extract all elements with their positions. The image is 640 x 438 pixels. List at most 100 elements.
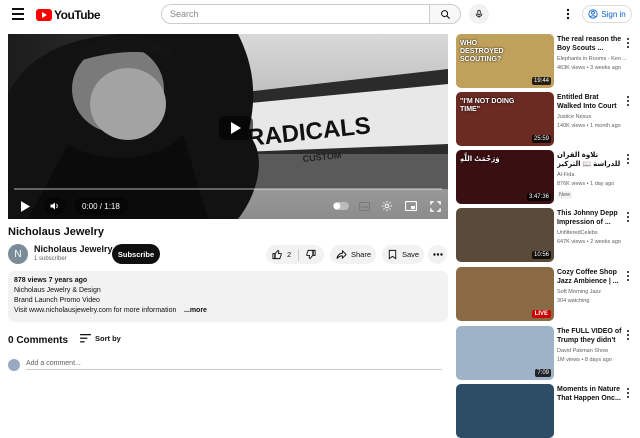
duration-badge: 10:56 <box>531 251 551 259</box>
settings-more-button[interactable] <box>563 6 573 22</box>
recommendation-title[interactable]: Cozy Coffee Shop Jazz Ambience | ... <box>557 268 623 286</box>
new-badge: New <box>557 191 573 199</box>
description-meta: 878 views 7 years ago <box>14 277 88 284</box>
live-badge: LIVE <box>531 310 551 318</box>
search-icon <box>440 9 450 19</box>
recommendation-channel: Elephants in Rooms - Ken ... <box>557 56 628 62</box>
recommendation-channel: David Pakman Show <box>557 348 609 354</box>
subscribe-button[interactable]: Subscribe <box>112 244 160 264</box>
recommendation-title[interactable]: Moments in Nature That Happen Onc... <box>557 385 623 403</box>
recommendation-meta: 1M views • 8 days ago <box>557 357 612 363</box>
recommendation-card[interactable]: "I'M NOT DOING TIME" 25:59 Entitled Brat W… <box>456 92 636 146</box>
thumbs-down-icon <box>306 249 316 260</box>
recommendation-title[interactable]: تلاوة القرآن للدراسة 📖 التركيز راحة <box>557 151 623 170</box>
volume-icon <box>50 202 58 210</box>
video-thumbnail[interactable]: 10:56 <box>456 208 554 262</box>
comments-count: 0 Comments <box>8 335 69 346</box>
user-avatar <box>8 359 20 371</box>
search-bar <box>161 4 461 24</box>
fullscreen-icon <box>429 200 441 212</box>
sort-label: Sort by <box>95 334 121 343</box>
more-actions-button[interactable] <box>428 245 447 264</box>
recommendation-title[interactable]: This Johnny Depp Impression of ... <box>557 209 623 227</box>
video-thumbnail[interactable]: وَرَحْمَتُ اللَّهِ 3:47:36 <box>456 150 554 204</box>
video-player[interactable]: RADICALS CUSTOM 0:00 / 1:18 <box>8 34 448 219</box>
recommendation-card[interactable]: 7:09 The FULL VIDEO of Trump they didn't … <box>456 326 636 380</box>
recommendation-meta: 876K views • 1 day ago <box>557 181 615 187</box>
play-icon <box>231 122 241 134</box>
menu-icon[interactable] <box>12 8 24 20</box>
more-vert-icon[interactable] <box>625 154 631 164</box>
account-icon <box>588 9 598 19</box>
progress-bar[interactable] <box>14 188 442 190</box>
recommendation-card[interactable]: LIVE Cozy Coffee Shop Jazz Ambience | ...… <box>456 267 636 321</box>
top-bar: YouTube Sign in <box>0 0 640 30</box>
recommendation-card[interactable]: Moments in Nature That Happen Onc... <box>456 384 636 438</box>
description-box[interactable]: 878 views 7 years ago Nicholaus Jewelry … <box>8 271 448 322</box>
video-title: Nicholaus Jewelry <box>8 226 104 238</box>
recommendation-channel: Soft Morning Jazz <box>557 289 602 295</box>
thumbnail-caption: WHO DESTROYED SCOUTING? <box>460 40 504 63</box>
video-thumbnail[interactable]: 7:09 <box>456 326 554 380</box>
more-vert-icon[interactable] <box>625 38 631 48</box>
sort-icon <box>80 334 91 343</box>
thumbnail-caption: وَرَحْمَتُ اللَّهِ <box>460 156 500 163</box>
like-count: 2 <box>287 250 292 259</box>
recommendation-meta: 140K views • 1 month ago <box>557 123 621 129</box>
recommendation-title[interactable]: The FULL VIDEO of Trump they didn't ... <box>557 327 623 346</box>
player-controls: 0:00 / 1:18 <box>8 194 448 219</box>
voice-search-button[interactable] <box>469 4 489 24</box>
video-thumbnail[interactable]: WHO DESTROYED SCOUTING? 19:44 <box>456 34 554 88</box>
like-button[interactable]: 2 <box>272 249 291 260</box>
recommendation-title[interactable]: The real reason the Boy Scouts ... <box>557 35 623 53</box>
sort-button[interactable]: Sort by <box>80 334 121 343</box>
more-vert-icon[interactable] <box>625 271 631 281</box>
recommendation-title[interactable]: Entitled Brat Walked Into Court ... <box>557 93 623 112</box>
subtitles-button[interactable] <box>357 199 371 213</box>
search-input[interactable] <box>161 4 429 24</box>
more-vert-icon <box>566 8 570 20</box>
toggle-icon <box>333 202 349 210</box>
more-vert-icon[interactable] <box>625 212 631 222</box>
dislike-button[interactable] <box>305 249 316 260</box>
video-thumbnail[interactable] <box>456 384 554 438</box>
show-more-link[interactable]: ...more <box>184 306 207 316</box>
search-button[interactable] <box>429 4 461 24</box>
description-line: Visit www.nicholausjewelry.com for more … <box>14 307 177 314</box>
play-button[interactable] <box>18 199 32 213</box>
description-line: Brand Launch Promo Video <box>14 297 100 304</box>
settings-button[interactable] <box>380 199 394 213</box>
share-button[interactable]: Share <box>330 245 376 264</box>
miniplayer-button[interactable] <box>404 199 418 213</box>
recommendation-card[interactable]: WHO DESTROYED SCOUTING? 19:44 The real rea… <box>456 34 636 88</box>
channel-name[interactable]: Nicholaus Jewelry <box>34 244 113 254</box>
more-vert-icon[interactable] <box>625 330 631 340</box>
add-comment-input[interactable]: Add a comment... <box>26 360 442 370</box>
youtube-play-icon <box>36 9 52 21</box>
video-thumbnail[interactable]: LIVE <box>456 267 554 321</box>
duration-badge: 25:59 <box>531 135 551 143</box>
thumbnail-caption: "I'M NOT DOING TIME" <box>460 98 515 113</box>
fullscreen-button[interactable] <box>428 199 442 213</box>
save-label: Save <box>402 250 420 259</box>
volume-button[interactable] <box>44 197 66 215</box>
recommendation-meta: 304 watching <box>557 298 590 304</box>
youtube-logo[interactable]: YouTube <box>36 8 101 22</box>
more-vert-icon[interactable] <box>625 96 631 106</box>
play-icon <box>20 200 30 212</box>
miniplayer-icon <box>405 201 417 211</box>
recommendation-card[interactable]: وَرَحْمَتُ اللَّهِ 3:47:36 تلاوة القرآن لل… <box>456 150 636 204</box>
more-vert-icon[interactable] <box>625 388 631 398</box>
recommendation-meta: 463K views • 3 weeks ago <box>557 65 621 71</box>
subscriber-count: 1 subscriber <box>34 256 67 262</box>
like-dislike-group: 2 <box>266 245 324 264</box>
gear-icon <box>382 201 392 211</box>
big-play-button[interactable] <box>219 116 253 140</box>
recommendation-card[interactable]: 10:56 This Johnny Depp Impression of ... U… <box>456 208 636 262</box>
video-thumbnail[interactable]: "I'M NOT DOING TIME" 25:59 <box>456 92 554 146</box>
save-button[interactable]: Save <box>382 245 424 264</box>
autoplay-toggle[interactable] <box>333 200 349 212</box>
recommendation-channel: Al-Fida <box>557 172 575 178</box>
sign-in-button[interactable]: Sign in <box>582 5 632 23</box>
channel-avatar[interactable]: N <box>8 244 28 264</box>
